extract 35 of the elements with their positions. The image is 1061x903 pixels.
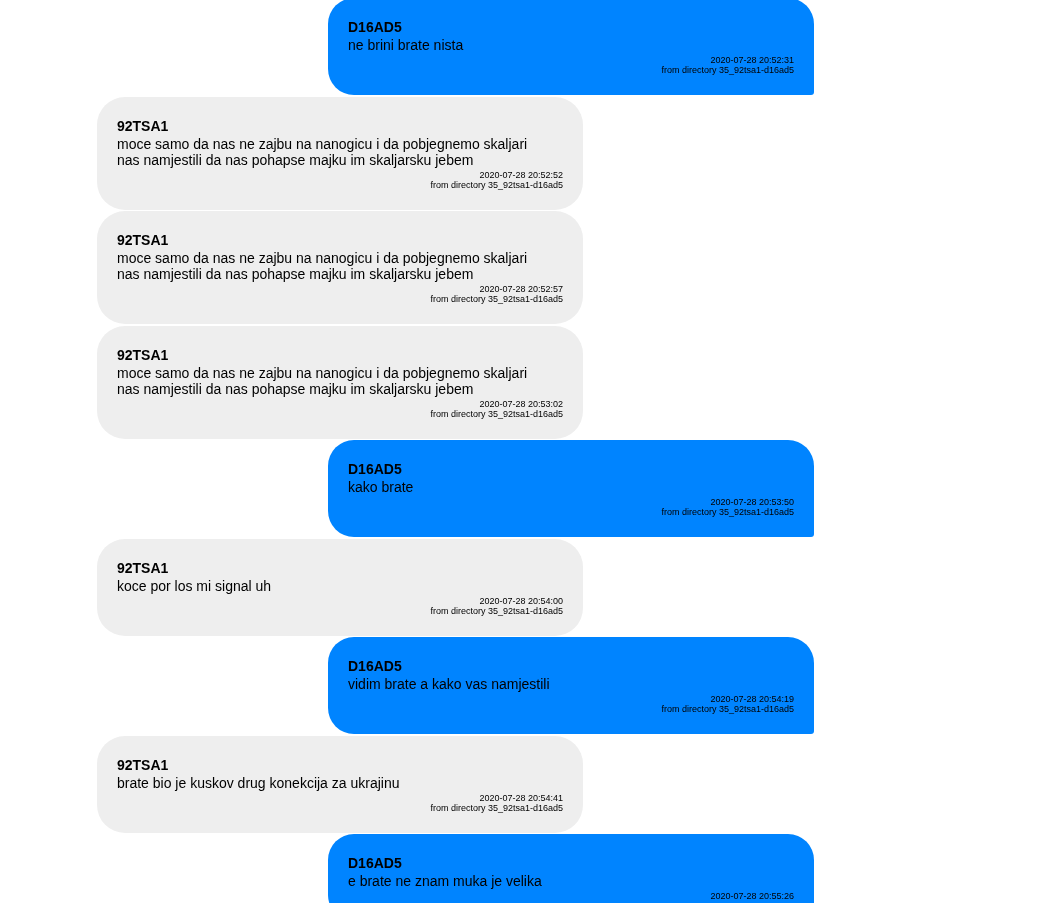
directory-path: from directory 35_92tsa1-d16ad5 (661, 704, 794, 714)
timestamp: 2020-07-28 20:54:19 (710, 694, 794, 704)
sender-name: D16AD5 (348, 854, 402, 873)
directory-path: from directory 35_92tsa1-d16ad5 (430, 605, 563, 616)
timestamp: 2020-07-28 20:54:41 (479, 792, 563, 803)
timestamp: 2020-07-28 20:54:00 (479, 595, 563, 606)
timestamp: 2020-07-28 20:55:26 (710, 891, 794, 901)
directory-path: from directory 35_92tsa1-d16ad5 (430, 294, 563, 304)
sender-name: 92TSA1 (117, 116, 169, 136)
sender-name: 92TSA1 (117, 558, 169, 578)
message-text: e brate ne znam muka je velika (348, 873, 542, 889)
sender-name: D16AD5 (348, 460, 402, 479)
message-text: brate bio je kuskov drug konekcija za ukrajinu (117, 774, 400, 791)
message-text: vidim brate a kako vas namjestili (348, 676, 550, 692)
message-text: ne brini brate nista (348, 37, 464, 53)
message-text: moce samo da nas ne zajbu na nanogicu i da pobjegnemo skaljari nas namjestili da nas pohapse majku im skaljarsku jebem (117, 364, 529, 397)
directory-path: from directory 35_92tsa1-d16ad5 (430, 408, 563, 419)
sender-name: 92TSA1 (117, 231, 169, 250)
timestamp: 2020-07-28 20:53:50 (710, 497, 794, 507)
message-text: moce samo da nas ne zajbu na nanogicu i da pobjegnemo skaljari nas namjestili da nas pohapse majku im skaljarsku jebem (117, 135, 529, 168)
directory-path: from directory 35_92tsa1-d16ad5 (661, 65, 794, 75)
timestamp: 2020-07-28 20:52:57 (479, 284, 563, 294)
directory-path: from directory 35_92tsa1-d16ad5 (430, 179, 563, 190)
timestamp: 2020-07-28 20:52:52 (479, 169, 563, 180)
directory-path: from directory 35_92tsa1-d16ad5 (661, 507, 794, 517)
sender-name: 92TSA1 (117, 755, 169, 775)
message-text: koce por los mi signal uh (117, 577, 272, 594)
sender-name: 92TSA1 (117, 345, 169, 365)
timestamp: 2020-07-28 20:53:02 (479, 398, 563, 409)
sender-name: D16AD5 (348, 657, 402, 676)
sender-name: D16AD5 (348, 18, 402, 37)
timestamp: 2020-07-28 20:52:31 (710, 55, 794, 65)
message-text: kako brate (348, 479, 414, 495)
message-text: moce samo da nas ne zajbu na nanogicu i da pobjegnemo skaljari nas namjestili da nas pohapse majku im skaljarsku jebem (117, 250, 529, 282)
directory-path: from directory 35_92tsa1-d16ad5 (430, 802, 563, 813)
